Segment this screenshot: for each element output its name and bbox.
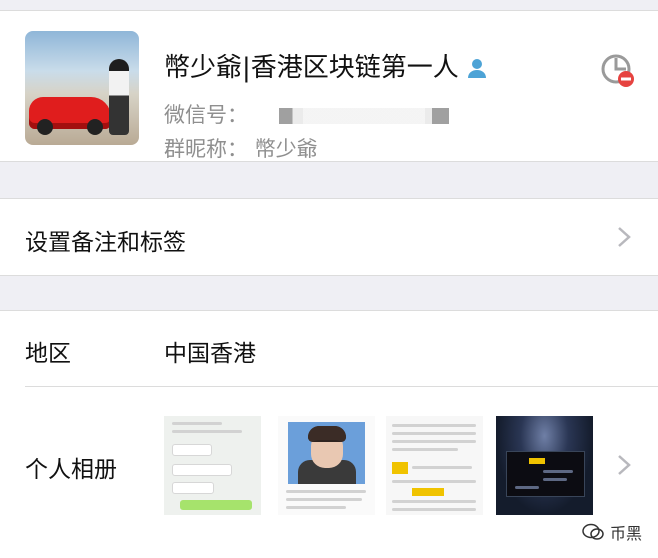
group-nickname-line: 群昵称： 幣少爺 <box>164 133 318 163</box>
wechat-id-redacted <box>278 108 449 124</box>
thumb-screen-line <box>515 486 539 489</box>
region-label: 地区 <box>25 341 71 367</box>
profile-name-row: 幣少爺|香港区块链第一人 <box>164 53 489 83</box>
wechat-logo-icon <box>582 523 604 540</box>
thumb-chat-bubble-green <box>180 500 252 510</box>
person-icon <box>467 59 486 78</box>
album-thumbnail-2[interactable] <box>278 416 375 515</box>
wechat-id-label: 微信号： <box>164 103 248 127</box>
chevron-right-icon <box>618 455 631 475</box>
thumb-table-line <box>392 480 476 483</box>
thumb-text-line <box>392 440 476 443</box>
thumb-chat-bubble <box>172 444 212 456</box>
blocked-status-icon[interactable] <box>600 53 636 89</box>
thumb-table-line <box>392 500 476 503</box>
album-thumbnail-3[interactable] <box>386 416 483 515</box>
group-nickname-label: 群昵称： <box>164 137 248 161</box>
album-thumbnail-1[interactable] <box>164 416 261 515</box>
thumb-text-line <box>286 506 346 509</box>
thumb-highlight <box>412 488 444 496</box>
thumb-stage-screen <box>506 451 585 497</box>
thumb-text-line <box>392 424 476 427</box>
thumb-text-line <box>286 498 362 501</box>
thumb-screen-title <box>529 458 545 464</box>
thumb-table-line <box>392 508 476 511</box>
album-thumbnail-4[interactable] <box>496 416 593 515</box>
thumb-screen-line <box>543 470 573 473</box>
avatar-person <box>109 59 129 135</box>
region-album-card: 地区 中国香港 个人相册 币黑 <box>0 310 658 558</box>
watermark-text: 币黑 <box>609 524 642 543</box>
thumb-text-line <box>172 430 242 433</box>
watermark: 币黑 <box>582 520 642 544</box>
chevron-right-icon <box>618 227 631 247</box>
thumb-text-line <box>412 466 472 469</box>
thumb-text-line <box>392 432 476 435</box>
top-spacer <box>0 0 658 10</box>
thumb-text-line <box>172 422 222 425</box>
remark-tags-label: 设置备注和标签 <box>25 230 186 256</box>
avatar[interactable] <box>25 31 139 145</box>
row-divider <box>25 386 658 387</box>
avatar-wheel-rear <box>87 119 103 135</box>
avatar-wheel-front <box>37 119 53 135</box>
profile-card: 幣少爺|香港区块链第一人 微信号： 群昵称： 幣少爺 <box>0 10 658 162</box>
remark-tags-row[interactable]: 设置备注和标签 <box>0 198 658 276</box>
thumb-text-line <box>286 490 366 493</box>
thumb-text-line <box>392 448 458 451</box>
thumb-screen-line <box>543 478 567 481</box>
thumb-chat-bubble <box>172 464 232 476</box>
group-nickname-value: 幣少爺 <box>254 137 318 161</box>
album-label: 个人相册 <box>25 457 117 483</box>
wechat-id-line: 微信号： <box>164 99 449 129</box>
thumb-logo-block <box>392 462 408 474</box>
profile-name: 幣少爺|香港区块链第一人 <box>164 53 459 83</box>
thumb-photo-hair <box>308 426 346 442</box>
thumb-chat-bubble <box>172 482 214 494</box>
region-value: 中国香港 <box>164 341 256 367</box>
